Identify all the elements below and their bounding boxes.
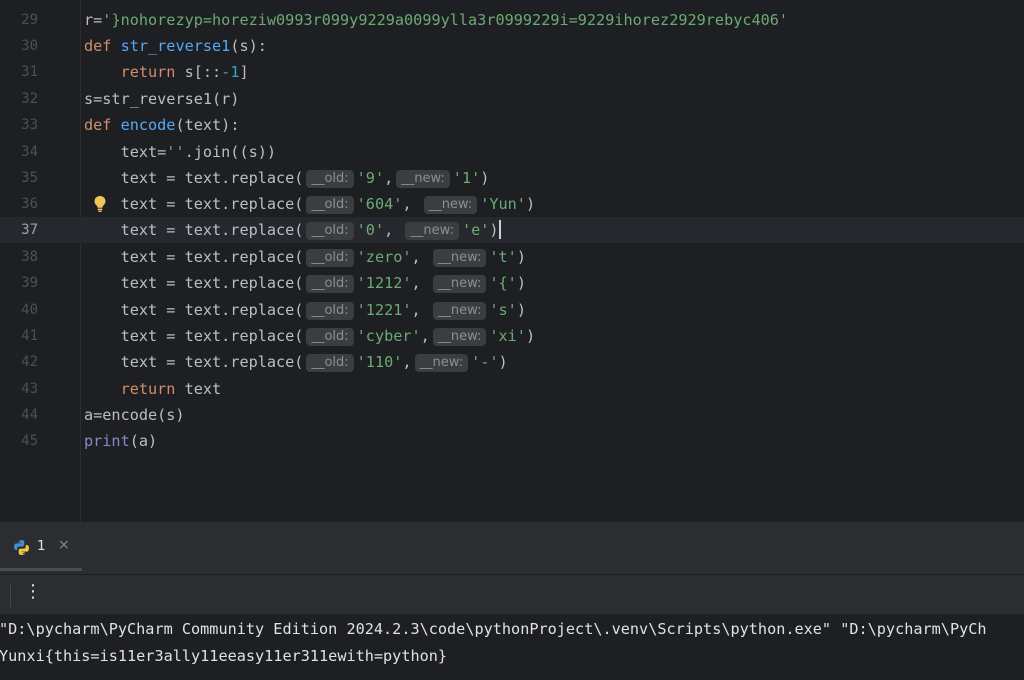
line-number: 30	[21, 38, 38, 54]
code-line-41[interactable]: 41 text = text.replace(__old:'cyber', __n…	[0, 323, 1024, 349]
code-text[interactable]: print(a)	[84, 428, 157, 454]
code-text[interactable]: return s[::-1]	[84, 59, 249, 85]
line-number: 29	[21, 12, 38, 28]
code-text[interactable]: text = text.replace(__old: '0', __new:'e'…	[84, 217, 501, 243]
line-number: 43	[21, 381, 38, 397]
param-hint-new: __new:	[414, 354, 469, 372]
line-number: 35	[21, 170, 38, 186]
line-number: 42	[21, 354, 38, 370]
line-number: 37	[21, 222, 38, 238]
code-line-36[interactable]: 36 text = text.replace(__old: '604', __ne…	[0, 191, 1024, 217]
run-tab-label: 1	[37, 538, 46, 554]
line-number: 38	[21, 249, 38, 265]
code-text[interactable]: s=str_reverse1(r)	[84, 86, 239, 112]
code-line-44[interactable]: 44 a=encode(s)	[0, 402, 1024, 428]
param-hint-old: __old:	[306, 302, 354, 320]
code-line-31[interactable]: 31 return s[::-1]	[0, 59, 1024, 85]
code-line-32[interactable]: 32 s=str_reverse1(r)	[0, 86, 1024, 112]
console-line: Yunxi{this=is11er3ally11eeasy11er311ewit…	[0, 647, 448, 665]
param-hint-old: __old:	[306, 328, 354, 346]
code-line-42[interactable]: 42 text = text.replace(__old: '110', __new…	[0, 349, 1024, 375]
code-line-43[interactable]: 43 return text	[0, 376, 1024, 402]
param-hint-new: __new:	[432, 302, 487, 320]
run-tool-window: 1 × ⋮ "D:\pycharm\PyCharm Community Edit…	[0, 522, 1024, 680]
console-output[interactable]: "D:\pycharm\PyCharm Community Edition 20…	[0, 614, 1024, 680]
param-hint-old: __old:	[306, 249, 354, 267]
code-line-45[interactable]: 45 print(a)	[0, 428, 1024, 454]
param-hint-old: __old:	[306, 222, 354, 240]
active-tab-indicator	[0, 568, 82, 571]
code-text[interactable]: def str_reverse1(s):	[84, 33, 267, 59]
text-caret	[498, 220, 501, 239]
line-number: 44	[21, 407, 38, 423]
toolbar-divider	[10, 583, 11, 607]
code-line-40[interactable]: 40 text = text.replace(__old: '1221', __n…	[0, 297, 1024, 323]
code-text[interactable]: text = text.replace(__old: '1221', __new:…	[84, 297, 526, 323]
param-hint-old: __old:	[306, 170, 354, 188]
code-text[interactable]: return text	[84, 376, 222, 402]
close-icon[interactable]: ×	[58, 537, 70, 553]
param-hint-old: __old:	[306, 354, 354, 372]
code-text[interactable]: text = text.replace(__old: '1212', __new:…	[84, 270, 526, 296]
line-number: 31	[21, 64, 38, 80]
code-line-30[interactable]: 30 def str_reverse1(s):	[0, 33, 1024, 59]
param-hint-new: __new:	[432, 249, 487, 267]
code-editor[interactable]: 29 r='}nohorezyp=horeziw0993r099y9229a00…	[0, 0, 1024, 522]
run-tab[interactable]: 1 ×	[0, 522, 82, 572]
line-number: 45	[21, 433, 38, 449]
console-line: "D:\pycharm\PyCharm Community Edition 20…	[0, 620, 987, 638]
python-icon	[14, 540, 29, 555]
code-text[interactable]: def encode(text):	[84, 112, 239, 138]
code-text[interactable]: text = text.replace(__old: '9', __new: '1')	[84, 165, 489, 191]
code-line-39[interactable]: 39 text = text.replace(__old: '1212', __n…	[0, 270, 1024, 296]
param-hint-old: __old:	[306, 275, 354, 293]
param-hint-new: __new:	[432, 275, 487, 293]
code-text[interactable]: text = text.replace(__old: '110', __new: '-…	[84, 349, 508, 375]
code-line-29[interactable]: 29 r='}nohorezyp=horeziw0993r099y9229a00…	[0, 7, 1024, 33]
param-hint-new: __new:	[405, 222, 459, 240]
param-hint-old: __old:	[306, 196, 354, 214]
line-number: 36	[21, 196, 38, 212]
code-text[interactable]: text = text.replace(__old:'zero', __new:…	[84, 244, 526, 270]
line-number: 32	[21, 91, 38, 107]
line-number: 33	[21, 117, 38, 133]
param-hint-new: __new:	[396, 170, 450, 188]
code-line-38[interactable]: 38 text = text.replace(__old:'zero', __n…	[0, 244, 1024, 270]
code-text[interactable]: a=encode(s)	[84, 402, 185, 428]
more-options-icon[interactable]: ⋮	[24, 581, 42, 602]
line-number: 41	[21, 328, 38, 344]
line-number: 34	[21, 144, 38, 160]
code-line-33[interactable]: 33 def encode(text):	[0, 112, 1024, 138]
line-number: 40	[21, 302, 38, 318]
code-text[interactable]: text = text.replace(__old:'cyber', __new:…	[84, 323, 535, 349]
param-hint-new: __new:	[423, 196, 478, 214]
code-line-35[interactable]: 35 text = text.replace(__old: '9', __new: '…	[0, 165, 1024, 191]
code-text[interactable]: text=''.join((s))	[84, 139, 276, 165]
line-number: 39	[21, 275, 38, 291]
param-hint-new: __new:	[432, 328, 487, 346]
run-toolbar: ⋮	[0, 574, 1024, 615]
code-text[interactable]: text = text.replace(__old: '604', __new: '…	[84, 191, 535, 217]
code-line-37[interactable]: 37 text = text.replace(__old: '0', __new:…	[0, 217, 1024, 243]
code-line-34[interactable]: 34 text=''.join((s))	[0, 139, 1024, 165]
code-text[interactable]: r='}nohorezyp=horeziw0993r099y9229a0099y…	[84, 7, 788, 33]
